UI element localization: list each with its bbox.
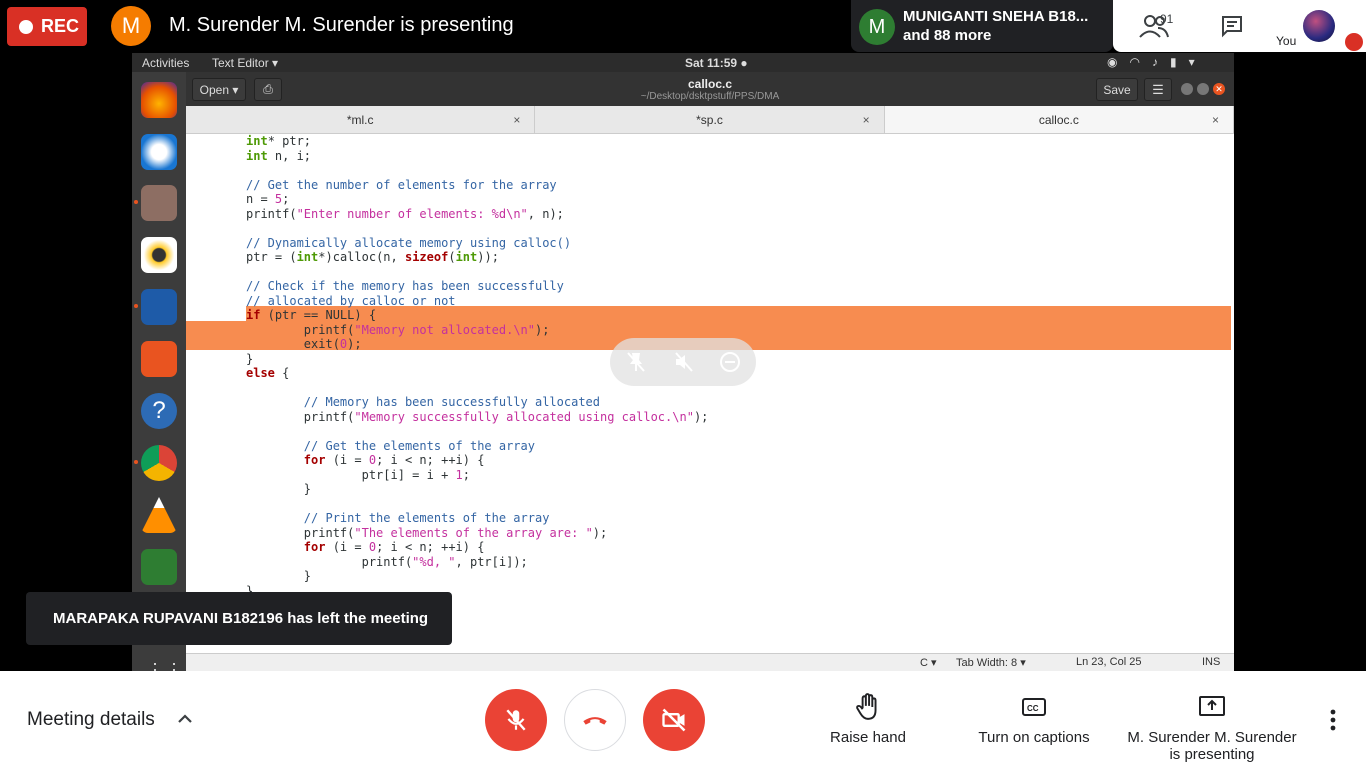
mic-off-button[interactable] [485,689,547,751]
rec-label: REC [41,16,80,36]
document-path: ~/Desktop/dsktpstuff/PPS/DMA [640,91,780,102]
tab-ml[interactable]: *ml.c × [186,106,536,134]
captions-label: Turn on captions [978,729,1090,746]
wifi-icon: ◠ [1129,55,1140,69]
chat-icon[interactable] [1220,14,1244,38]
battery-icon: ▮ [1169,55,1177,69]
presenting-title: M. Surender M. Surender is presenting [169,14,514,36]
you-label: You [1276,34,1297,48]
vlc-icon[interactable] [141,497,177,533]
captions-button[interactable]: CC Turn on captions [970,691,1098,746]
tab-label: *ml.c [346,113,374,127]
camera-off-icon [662,708,686,732]
ubuntu-dock: ? ⋮⋮⋮ [132,72,202,671]
tab-close-icon[interactable]: × [1212,106,1219,134]
chrome-icon[interactable] [141,445,177,481]
captions-icon: CC [1022,698,1046,716]
editor-statusbar: C ▾ Tab Width: 8 ▾ Ln 23, Col 25 INS [186,653,1234,671]
maximize-icon[interactable] [1197,83,1209,95]
hamburger-menu-icon[interactable]: ☰ [1144,78,1172,101]
tab-close-icon[interactable]: × [513,106,520,134]
activities-button[interactable]: Activities [142,56,189,70]
record-dot-icon [19,19,33,34]
remove-icon[interactable] [718,350,742,374]
mute-audio-icon[interactable] [672,350,696,374]
participant-name: MUNIGANTI SNEHA B18... [903,8,1089,25]
running-dot-icon-2 [134,304,138,308]
writer-icon[interactable] [141,289,177,325]
recording-badge: REC [7,7,87,46]
raise-hand-label: Raise hand [830,729,906,746]
software-icon[interactable] [141,341,177,377]
screenshare-icon: ◉ [1107,55,1118,69]
close-window-icon[interactable]: ✕ [1213,83,1225,95]
svg-text:CC: CC [1027,704,1039,713]
self-mic-off-icon [1345,33,1363,51]
code-editor[interactable]: int* ptr; int n, i; // Get the number of… [186,134,1234,653]
present-screen-icon [1199,696,1225,716]
ubuntu-top-bar: Activities Text Editor ▾ Sat 11:59 ● ◉ ◠… [132,53,1234,72]
help-icon[interactable]: ? [141,393,177,429]
selection-gap [186,306,246,321]
firefox-icon[interactable] [141,82,177,118]
system-tray[interactable]: ◉ ◠ ♪ ▮ ▾ [1107,55,1195,69]
presentation-controls [610,338,756,386]
cursor-position[interactable]: Ln 23, Col 25 [1076,656,1141,668]
tab-calloc[interactable]: calloc.c × [884,106,1234,134]
left-meeting-toast: MARAPAKA RUPAVANI B182196 has left the m… [26,592,452,645]
presenting-label-line1: M. Surender M. Surender [1127,729,1297,746]
editor-headerbar: Open ▾ ⎙ calloc.c ~/Desktop/dsktpstuff/P… [186,72,1234,106]
presenting-button[interactable]: M. Surender M. Surender is presenting [1122,691,1302,763]
raise-hand-button[interactable]: Raise hand [818,691,918,746]
app-menu[interactable]: Text Editor ▾ [212,56,278,70]
mic-off-icon [506,709,526,731]
tab-width-selector[interactable]: Tab Width: 8 ▾ [956,656,1026,669]
minimize-icon[interactable] [1181,83,1193,95]
running-dot-icon [134,200,138,204]
tab-label: *sp.c [696,113,723,127]
rhythmbox-icon[interactable] [141,237,177,273]
tab-close-icon[interactable]: × [863,106,870,134]
more-options-icon[interactable] [1322,707,1344,733]
thunderbird-icon[interactable] [141,134,177,170]
meeting-details-button[interactable]: Meeting details [27,709,155,731]
participant-avatar: M [859,9,895,45]
participant-more: and 88 more [903,27,992,44]
self-avatar [1303,10,1335,42]
volume-icon: ♪ [1151,55,1158,69]
tab-sp[interactable]: *sp.c × [535,106,885,134]
save-button[interactable]: Save [1096,78,1138,101]
insert-mode: INS [1202,656,1221,668]
language-selector[interactable]: C ▾ [920,656,937,669]
meet-bottom-bar: Meeting details Raise hand CC Turn on ca… [0,671,1366,768]
presenter-avatar: M [111,6,151,46]
files-icon[interactable] [141,185,177,221]
hang-up-button[interactable] [564,689,626,751]
camera-off-button[interactable] [643,689,705,751]
hand-icon [856,693,877,720]
phone-hangup-icon [583,717,607,725]
clock[interactable]: Sat 11:59 ● [685,56,748,70]
document-title: calloc.c [687,77,733,91]
people-count: 91 [1160,12,1174,26]
unpin-icon[interactable] [624,350,648,374]
tray-chevron-icon: ▾ [1188,55,1195,69]
running-dot-icon-3 [134,460,138,464]
calc-icon[interactable] [141,549,177,585]
chevron-up-icon[interactable] [176,710,194,728]
editor-tabs: *ml.c × *sp.c × calloc.c × [186,106,1234,134]
presenting-label-line2: is presenting [1169,746,1255,763]
tab-label: calloc.c [1038,113,1079,127]
